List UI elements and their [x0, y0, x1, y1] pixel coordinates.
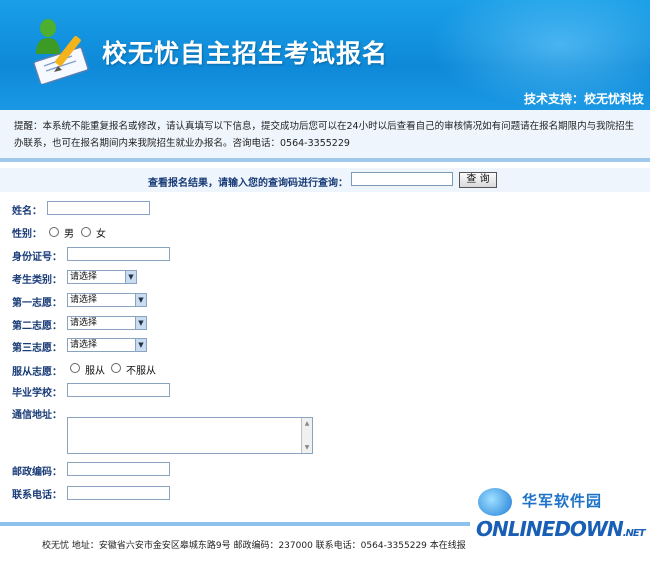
choice1-select-value: 请选择 [70, 295, 98, 305]
query-button[interactable]: 查 询 [459, 172, 497, 188]
phone-input[interactable] [67, 486, 170, 500]
watermark-top-text: 华军软件园 [522, 492, 603, 510]
watermark-bottom-text: ONLINEDOWN.NET [476, 517, 646, 541]
choice1-select[interactable]: 请选择 ▼ [67, 293, 147, 307]
choice1-label: 第一志愿： [12, 298, 62, 309]
footer-text: 校无忧 地址：安徽省六安市金安区皋城东路9号 邮政编码：237000 联系电话：… [42, 541, 466, 551]
id-number-input[interactable] [67, 247, 170, 261]
page-title: 校无忧自主招生考试报名 [102, 39, 389, 68]
phone-label: 联系电话： [12, 490, 62, 501]
watermark-suffix: .NET [622, 528, 646, 539]
gender-label: 性别： [12, 229, 42, 240]
obey-label: 服从志愿： [12, 367, 62, 378]
category-label: 考生类别： [12, 275, 62, 286]
gender-female-radio[interactable] [81, 227, 91, 237]
chevron-down-icon: ▼ [125, 271, 136, 283]
onlinedown-watermark: 华军软件园 ONLINEDOWN.NET [470, 484, 650, 565]
notice-text: 提醒：本系统不能重复报名或修改，请认真填写以下信息，提交成功后您可以在24小时以… [14, 121, 635, 149]
postcode-input[interactable] [67, 462, 170, 476]
chevron-down-icon: ▼ [135, 294, 146, 306]
address-textarea[interactable]: ▲ ▼ [67, 417, 313, 454]
choice3-label: 第三志愿： [12, 343, 62, 354]
choice2-select[interactable]: 请选择 ▼ [67, 316, 147, 330]
obey-no-text: 不服从 [126, 366, 156, 377]
gender-male-text: 男 [64, 229, 74, 240]
obey-no-radio[interactable] [111, 363, 121, 373]
textarea-scrollbar[interactable]: ▲ ▼ [301, 418, 312, 453]
scroll-down-icon: ▼ [304, 444, 310, 451]
id-label: 身份证号： [12, 252, 62, 263]
category-select-value: 请选择 [70, 272, 98, 282]
address-label: 通信地址： [12, 410, 62, 421]
chevron-down-icon: ▼ [135, 339, 146, 351]
query-code-input[interactable] [351, 172, 453, 186]
person-writing-icon [33, 19, 89, 84]
obey-yes-text: 服从 [85, 366, 105, 377]
choice3-select-value: 请选择 [70, 340, 98, 350]
school-label: 毕业学校： [12, 388, 62, 399]
notice-panel: 提醒：本系统不能重复报名或修改，请认真填写以下信息，提交成功后您可以在24小时以… [0, 110, 650, 162]
gender-male-radio[interactable] [49, 227, 59, 237]
chevron-down-icon: ▼ [135, 317, 146, 329]
name-input[interactable] [47, 201, 150, 215]
scroll-up-icon: ▲ [304, 420, 310, 427]
obey-yes-radio[interactable] [70, 363, 80, 373]
postcode-label: 邮政编码： [12, 467, 62, 478]
choice2-label: 第二志愿： [12, 321, 62, 332]
choice2-select-value: 请选择 [70, 318, 98, 328]
header-banner: 校无忧自主招生考试报名 技术支持：校无忧科技 [0, 0, 650, 110]
globe-icon [478, 488, 512, 516]
gender-female-text: 女 [96, 229, 106, 240]
choice3-select[interactable]: 请选择 ▼ [67, 338, 147, 352]
watermark-brand: ONLINEDOWN [476, 517, 624, 541]
name-label: 姓名： [12, 206, 42, 217]
query-bar: 查看报名结果，请输入您的查询码进行查询： 查 询 [0, 168, 650, 192]
query-label: 查看报名结果，请输入您的查询码进行查询： [148, 178, 348, 189]
tech-support-label: 技术支持：校无忧科技 [523, 92, 644, 106]
school-input[interactable] [67, 383, 170, 397]
category-select[interactable]: 请选择 ▼ [67, 270, 137, 284]
